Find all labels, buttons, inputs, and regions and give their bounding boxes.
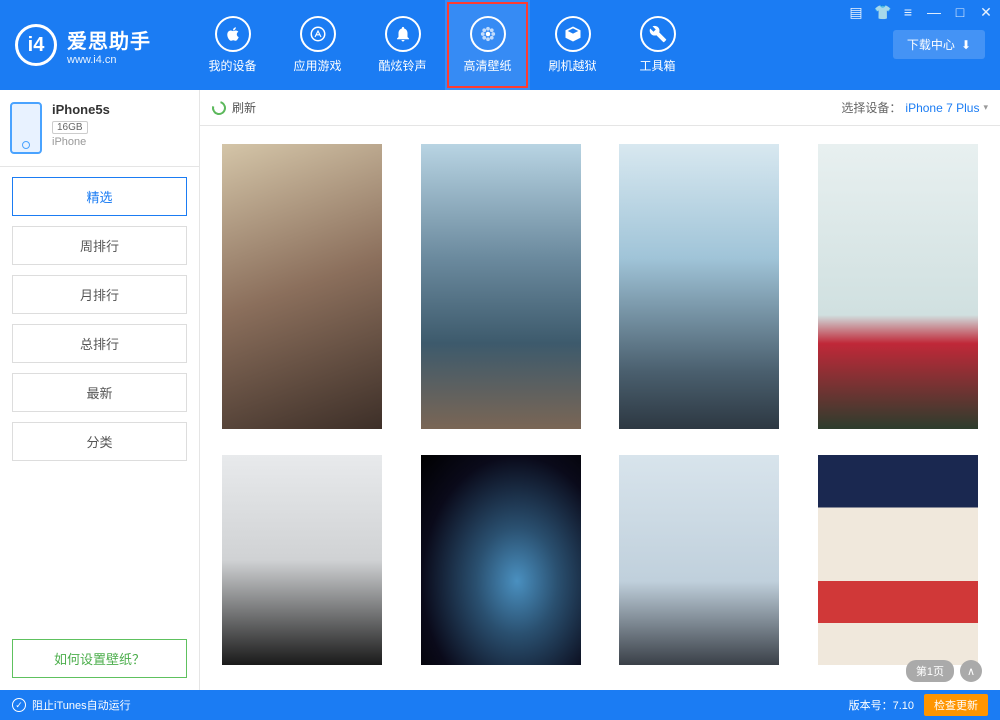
tab-ringtones[interactable]: 酷炫铃声 xyxy=(360,0,445,90)
tab-label: 工具箱 xyxy=(639,57,675,74)
download-center-button[interactable]: 下载中心 ⬇ xyxy=(893,30,985,59)
wallpaper-item[interactable] xyxy=(421,455,581,665)
tab-wallpapers[interactable]: 高清壁纸 xyxy=(445,0,530,90)
logo-text: 爱思助手 www.i4.cn xyxy=(67,25,151,66)
wallpaper-item[interactable] xyxy=(818,144,978,429)
device-name: iPhone5s xyxy=(52,102,110,117)
tab-apps-games[interactable]: 应用游戏 xyxy=(275,0,360,90)
apple-icon xyxy=(215,16,251,52)
version-text: 版本号：7.10 xyxy=(849,697,914,713)
download-icon: ⬇ xyxy=(961,38,971,52)
category-list: 精选 周排行 月排行 总排行 最新 分类 xyxy=(0,167,199,639)
wallpaper-item[interactable] xyxy=(619,455,779,665)
app-body: iPhone5s 16GB iPhone 精选 周排行 月排行 总排行 最新 分… xyxy=(0,90,1000,690)
nav-tabs: 我的设备 应用游戏 酷炫铃声 高清壁纸 刷机越狱 工具箱 xyxy=(190,0,700,90)
sidebar: iPhone5s 16GB iPhone 精选 周排行 月排行 总排行 最新 分… xyxy=(0,90,200,690)
refresh-label: 刷新 xyxy=(232,99,256,116)
wrench-icon xyxy=(640,16,676,52)
menu-icon[interactable]: ≡ xyxy=(900,4,916,21)
wallpaper-item[interactable] xyxy=(222,144,382,429)
tab-label: 我的设备 xyxy=(208,57,256,74)
phone-icon xyxy=(10,102,42,154)
tab-toolbox[interactable]: 工具箱 xyxy=(615,0,700,90)
help-wallpaper-link[interactable]: 如何设置壁纸？ xyxy=(12,639,187,678)
device-select-value: iPhone 7 Plus xyxy=(905,101,979,115)
device-info[interactable]: iPhone5s 16GB iPhone xyxy=(0,90,199,167)
maximize-icon[interactable]: □ xyxy=(952,4,968,21)
page-indicator: 第1页 ∧ xyxy=(906,660,982,682)
window-controls: ▤ 👕 ≡ — □ ✕ xyxy=(848,4,994,21)
minimize-icon[interactable]: — xyxy=(926,4,942,21)
main-content: 刷新 选择设备： iPhone 7 Plus ▾ 第1页 ∧ xyxy=(200,90,1000,690)
scroll-top-button[interactable]: ∧ xyxy=(960,660,982,682)
skin-icon[interactable]: 👕 xyxy=(874,4,890,21)
tab-label: 刷机越狱 xyxy=(548,57,596,74)
logo-icon: i4 xyxy=(15,24,57,66)
feedback-icon[interactable]: ▤ xyxy=(848,4,864,21)
refresh-icon xyxy=(209,98,228,117)
footer-right: 版本号：7.10 检查更新 xyxy=(849,694,988,716)
app-header: i4 爱思助手 www.i4.cn 我的设备 应用游戏 酷炫铃声 高清壁纸 刷机… xyxy=(0,0,1000,90)
bell-icon xyxy=(385,16,421,52)
itunes-block-toggle[interactable]: ✓ 阻止iTunes自动运行 xyxy=(12,697,131,713)
app-title: 爱思助手 xyxy=(67,25,151,54)
tab-label: 应用游戏 xyxy=(293,57,341,74)
close-icon[interactable]: ✕ xyxy=(978,4,994,21)
wallpaper-item[interactable] xyxy=(619,144,779,429)
category-total[interactable]: 总排行 xyxy=(12,324,187,363)
status-bar: ✓ 阻止iTunes自动运行 版本号：7.10 检查更新 xyxy=(0,690,1000,720)
device-select-label: 选择设备： xyxy=(841,99,901,116)
wallpaper-grid: 第1页 ∧ xyxy=(200,126,1000,690)
download-center-label: 下载中心 xyxy=(907,36,955,53)
tab-jailbreak[interactable]: 刷机越狱 xyxy=(530,0,615,90)
category-weekly[interactable]: 周排行 xyxy=(12,226,187,265)
wallpaper-item[interactable] xyxy=(222,455,382,665)
chevron-down-icon: ▾ xyxy=(983,102,988,113)
tab-label: 高清壁纸 xyxy=(463,57,511,74)
category-newest[interactable]: 最新 xyxy=(12,373,187,412)
device-meta: iPhone5s 16GB iPhone xyxy=(52,102,110,154)
flower-icon xyxy=(470,16,506,52)
check-update-button[interactable]: 检查更新 xyxy=(924,694,988,716)
logo[interactable]: i4 爱思助手 www.i4.cn xyxy=(0,24,190,66)
device-storage: 16GB xyxy=(52,121,88,134)
check-icon: ✓ xyxy=(12,698,26,712)
category-classify[interactable]: 分类 xyxy=(12,422,187,461)
page-badge[interactable]: 第1页 xyxy=(906,660,954,682)
tab-my-device[interactable]: 我的设备 xyxy=(190,0,275,90)
tab-label: 酷炫铃声 xyxy=(378,57,426,74)
category-monthly[interactable]: 月排行 xyxy=(12,275,187,314)
wallpaper-item[interactable] xyxy=(818,455,978,665)
category-featured[interactable]: 精选 xyxy=(12,177,187,216)
box-icon xyxy=(555,16,591,52)
device-type: iPhone xyxy=(52,136,110,148)
app-url: www.i4.cn xyxy=(67,54,151,66)
device-selector[interactable]: 选择设备： iPhone 7 Plus ▾ xyxy=(841,99,988,116)
wallpaper-item[interactable] xyxy=(421,144,581,429)
appstore-icon xyxy=(300,16,336,52)
refresh-button[interactable]: 刷新 xyxy=(212,99,256,116)
toolbar: 刷新 选择设备： iPhone 7 Plus ▾ xyxy=(200,90,1000,126)
itunes-block-label: 阻止iTunes自动运行 xyxy=(32,697,131,713)
